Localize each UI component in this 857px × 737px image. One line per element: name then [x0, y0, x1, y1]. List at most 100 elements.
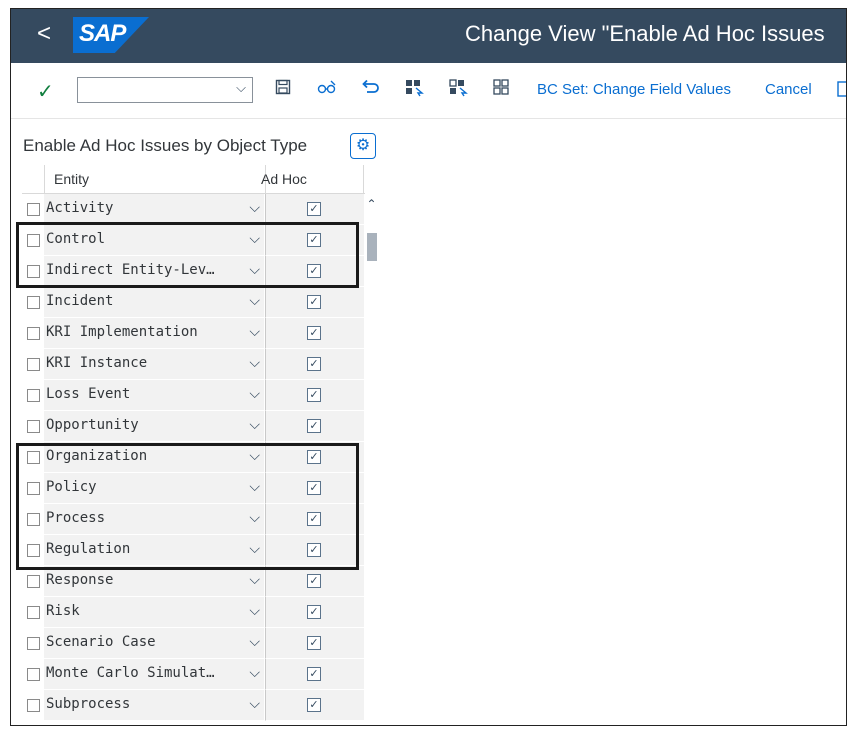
entity-value: KRI Instance [46, 355, 148, 371]
entity-value: Risk [46, 603, 80, 619]
chevron-down-icon[interactable]: ⌵ [249, 385, 260, 402]
chevron-down-icon[interactable]: ⌵ [249, 695, 260, 712]
chevron-down-icon[interactable]: ⌵ [249, 323, 260, 340]
row-selector[interactable] [22, 349, 44, 380]
entity-value: Loss Event [46, 386, 131, 402]
entity-cell[interactable]: Monte Carlo Simulat… ⌵ [44, 659, 264, 690]
row-select-checkbox[interactable] [27, 203, 40, 216]
entity-cell[interactable]: Loss Event ⌵ [44, 380, 264, 411]
row-select-checkbox[interactable] [27, 606, 40, 619]
chevron-down-icon[interactable]: ⌵ [249, 292, 260, 309]
row-select-checkbox[interactable] [27, 420, 40, 433]
row-select-checkbox[interactable] [27, 699, 40, 712]
row-select-checkbox[interactable] [27, 389, 40, 402]
row-selector[interactable] [22, 411, 44, 442]
row-selector[interactable] [22, 659, 44, 690]
adhoc-checkbox[interactable]: ✓ [307, 605, 321, 619]
vertical-scrollbar[interactable]: ⌃ [365, 193, 378, 723]
entity-value: Response [46, 572, 114, 588]
row-selector[interactable] [22, 318, 44, 349]
table-row[interactable]: Subprocess ⌵ ✓ [22, 690, 378, 721]
glasses-icon[interactable] [317, 79, 337, 100]
entity-cell[interactable]: KRI Instance ⌵ [44, 349, 264, 380]
column-header-entity[interactable]: Entity [54, 171, 89, 187]
adhoc-checkbox[interactable]: ✓ [307, 357, 321, 371]
adhoc-checkbox[interactable]: ✓ [307, 698, 321, 712]
table-row[interactable]: Opportunity ⌵ ✓ [22, 411, 378, 442]
adhoc-checkbox[interactable]: ✓ [307, 419, 321, 433]
chevron-down-icon[interactable]: ⌵ [236, 80, 246, 96]
row-select-checkbox[interactable] [27, 358, 40, 371]
entity-cell[interactable]: Activity ⌵ [44, 194, 264, 225]
table-row[interactable]: Monte Carlo Simulat… ⌵ ✓ [22, 659, 378, 690]
entity-cell[interactable]: Opportunity ⌵ [44, 411, 264, 442]
entity-cell[interactable]: Subprocess ⌵ [44, 690, 264, 721]
row-selector[interactable] [22, 566, 44, 597]
bc-set-change-field-values-button[interactable]: BC Set: Change Field Values [537, 81, 731, 98]
save-icon[interactable] [275, 79, 291, 100]
chevron-down-icon[interactable]: ⌵ [249, 571, 260, 588]
entity-cell[interactable]: Risk ⌵ [44, 597, 264, 628]
entity-cell[interactable]: Incident ⌵ [44, 287, 264, 318]
row-selector[interactable] [22, 628, 44, 659]
entity-cell[interactable]: Scenario Case ⌵ [44, 628, 264, 659]
row-select-checkbox[interactable] [27, 668, 40, 681]
check-icon[interactable]: ✓ [37, 79, 54, 104]
adhoc-checkbox[interactable]: ✓ [307, 574, 321, 588]
more-icon[interactable] [837, 81, 846, 102]
highlight-box [16, 222, 359, 288]
select-all-icon[interactable] [405, 79, 425, 102]
table-row[interactable]: Activity ⌵ ✓ [22, 194, 378, 225]
sap-logo-text: SAP [79, 20, 126, 47]
row-selector[interactable] [22, 287, 44, 318]
row-selector[interactable] [22, 194, 44, 225]
table-row[interactable]: KRI Implementation ⌵ ✓ [22, 318, 378, 349]
command-field[interactable]: ⌵ [77, 77, 253, 103]
row-selector[interactable] [22, 380, 44, 411]
cancel-button[interactable]: Cancel [765, 81, 812, 98]
adhoc-checkbox[interactable]: ✓ [307, 667, 321, 681]
entity-cell[interactable]: Response ⌵ [44, 566, 264, 597]
chevron-down-icon[interactable]: ⌵ [249, 602, 260, 619]
scroll-thumb[interactable] [367, 233, 377, 261]
table-row[interactable]: Loss Event ⌵ ✓ [22, 380, 378, 411]
row-selector[interactable] [22, 690, 44, 721]
table-title: Enable Ad Hoc Issues by Object Type [23, 136, 308, 155]
table-row[interactable]: Scenario Case ⌵ ✓ [22, 628, 378, 659]
adhoc-cell: ✓ [265, 318, 364, 349]
chevron-down-icon[interactable]: ⌵ [249, 664, 260, 681]
table-row[interactable]: Incident ⌵ ✓ [22, 287, 378, 318]
table-row[interactable]: KRI Instance ⌵ ✓ [22, 349, 378, 380]
adhoc-checkbox[interactable]: ✓ [307, 636, 321, 650]
entity-value: Activity [46, 200, 114, 216]
adhoc-checkbox[interactable]: ✓ [307, 326, 321, 340]
app-window: < SAP Change View "Enable Ad Hoc Issues … [10, 8, 847, 726]
adhoc-checkbox[interactable]: ✓ [307, 295, 321, 309]
adhoc-cell: ✓ [265, 380, 364, 411]
row-select-checkbox[interactable] [27, 575, 40, 588]
shell-bar: < SAP Change View "Enable Ad Hoc Issues [11, 9, 846, 63]
scroll-up-icon[interactable]: ⌃ [365, 197, 378, 211]
row-select-checkbox[interactable] [27, 296, 40, 309]
select-block-icon[interactable] [449, 79, 469, 102]
row-select-checkbox[interactable] [27, 327, 40, 340]
back-button[interactable]: < [37, 19, 51, 49]
table-row[interactable]: Risk ⌵ ✓ [22, 597, 378, 628]
row-select-checkbox[interactable] [27, 637, 40, 650]
table-header: Entity Ad Hoc [22, 165, 378, 194]
adhoc-checkbox[interactable]: ✓ [307, 388, 321, 402]
gear-icon[interactable]: ⚙ [350, 133, 376, 159]
chevron-down-icon[interactable]: ⌵ [249, 199, 260, 216]
adhoc-checkbox[interactable]: ✓ [307, 202, 321, 216]
undo-icon[interactable] [361, 79, 379, 100]
page-title: Change View "Enable Ad Hoc Issues [465, 21, 825, 46]
column-header-adhoc[interactable]: Ad Hoc [261, 171, 307, 187]
table-row[interactable]: Response ⌵ ✓ [22, 566, 378, 597]
row-selector[interactable] [22, 597, 44, 628]
deselect-all-icon[interactable] [493, 79, 511, 102]
chevron-down-icon[interactable]: ⌵ [249, 633, 260, 650]
entity-cell[interactable]: KRI Implementation ⌵ [44, 318, 264, 349]
chevron-down-icon[interactable]: ⌵ [249, 416, 260, 433]
chevron-down-icon[interactable]: ⌵ [249, 354, 260, 371]
adhoc-cell: ✓ [265, 287, 364, 318]
